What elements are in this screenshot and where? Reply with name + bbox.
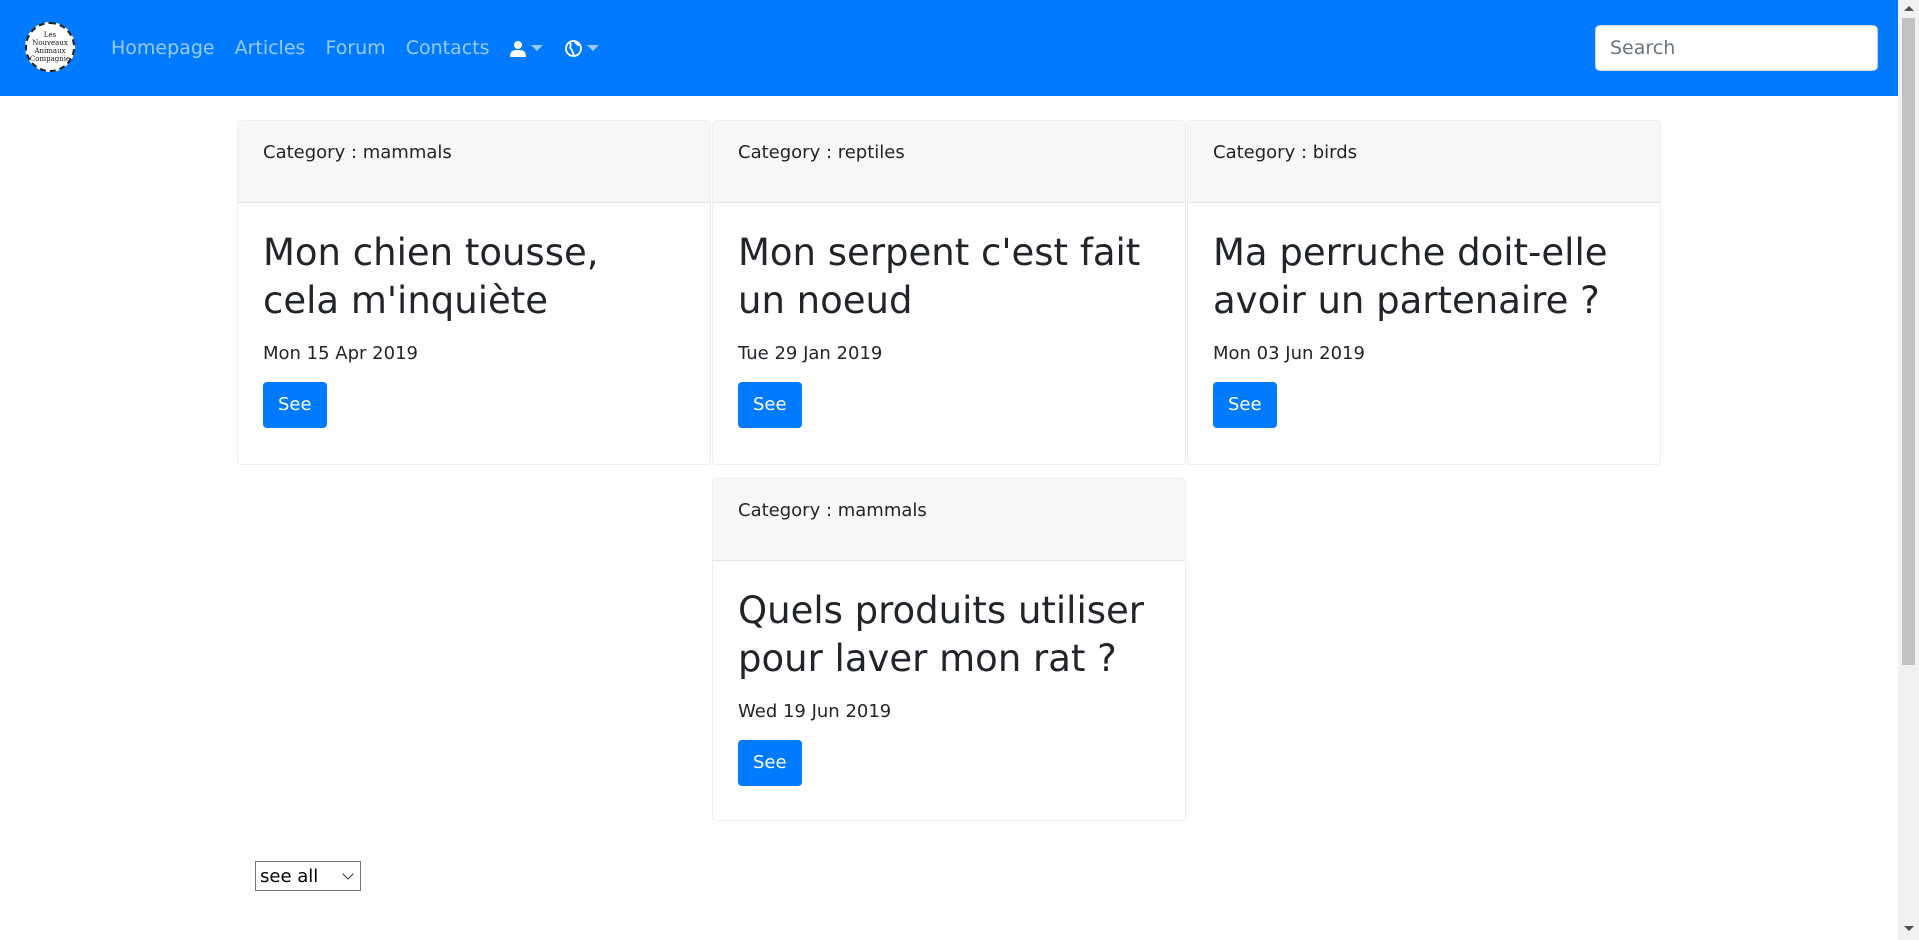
card-title: Ma perruche doit-elle avoir un partenair… <box>1213 231 1608 322</box>
globe-icon <box>564 39 582 57</box>
card-category: Category : mammals <box>238 121 710 203</box>
article-card: Category : mammals Quels produits utilis… <box>712 478 1186 821</box>
scroll-up-arrow[interactable] <box>1904 6 1914 11</box>
nav-link-contacts[interactable]: Contacts <box>406 37 490 59</box>
card-category: Category : birds <box>1188 121 1660 203</box>
navbar: Les Nouveaux Animaux Compagnie Homepage … <box>0 0 1898 96</box>
search-input[interactable] <box>1595 25 1878 71</box>
logo-line: Compagnie <box>29 55 71 63</box>
see-button[interactable]: See <box>1213 382 1277 428</box>
nav-links: Homepage Articles Forum Contacts <box>111 0 621 96</box>
logo-line: Nouveaux <box>32 39 68 47</box>
nav-link-forum[interactable]: Forum <box>325 37 385 59</box>
logo-line: Les <box>43 31 57 39</box>
chevron-down-icon <box>586 45 599 51</box>
card-date: Wed 19 Jun 2019 <box>738 701 892 722</box>
article-card: Category : mammals Mon chien tousse, cel… <box>237 120 711 465</box>
article-card: Category : birds Ma perruche doit-elle a… <box>1187 120 1661 465</box>
vertical-scrollbar[interactable] <box>1898 0 1919 940</box>
see-button[interactable]: See <box>738 382 802 428</box>
site-logo[interactable]: Les Nouveaux Animaux Compagnie <box>25 22 75 72</box>
logo-line: Animaux <box>34 47 66 55</box>
chevron-down-icon <box>342 868 354 880</box>
see-button[interactable]: See <box>738 740 802 786</box>
select-value: see all <box>260 865 319 887</box>
card-category: Category : mammals <box>713 479 1185 561</box>
card-date: Mon 15 Apr 2019 <box>263 343 418 364</box>
user-icon <box>509 40 526 57</box>
language-menu-dropdown[interactable] <box>564 39 599 57</box>
user-menu-dropdown[interactable] <box>509 40 543 57</box>
card-title: Mon chien tousse, cela m'inquiète <box>263 231 599 322</box>
see-button[interactable]: See <box>263 382 327 428</box>
nav-link-homepage[interactable]: Homepage <box>111 37 215 59</box>
card-date: Mon 03 Jun 2019 <box>1213 343 1365 364</box>
article-card: Category : reptiles Mon serpent c'est fa… <box>712 120 1186 465</box>
card-title: Quels produits utiliser pour laver mon r… <box>738 589 1144 680</box>
card-title: Mon serpent c'est fait un noeud <box>738 231 1141 322</box>
nav-link-articles[interactable]: Articles <box>235 37 306 59</box>
card-date: Tue 29 Jan 2019 <box>738 343 883 364</box>
card-category: Category : reptiles <box>713 121 1185 203</box>
chevron-down-icon <box>530 45 543 51</box>
scrollbar-thumb[interactable] <box>1902 18 1915 665</box>
category-filter-select[interactable]: see all <box>255 861 361 891</box>
scroll-down-arrow[interactable] <box>1904 926 1914 931</box>
